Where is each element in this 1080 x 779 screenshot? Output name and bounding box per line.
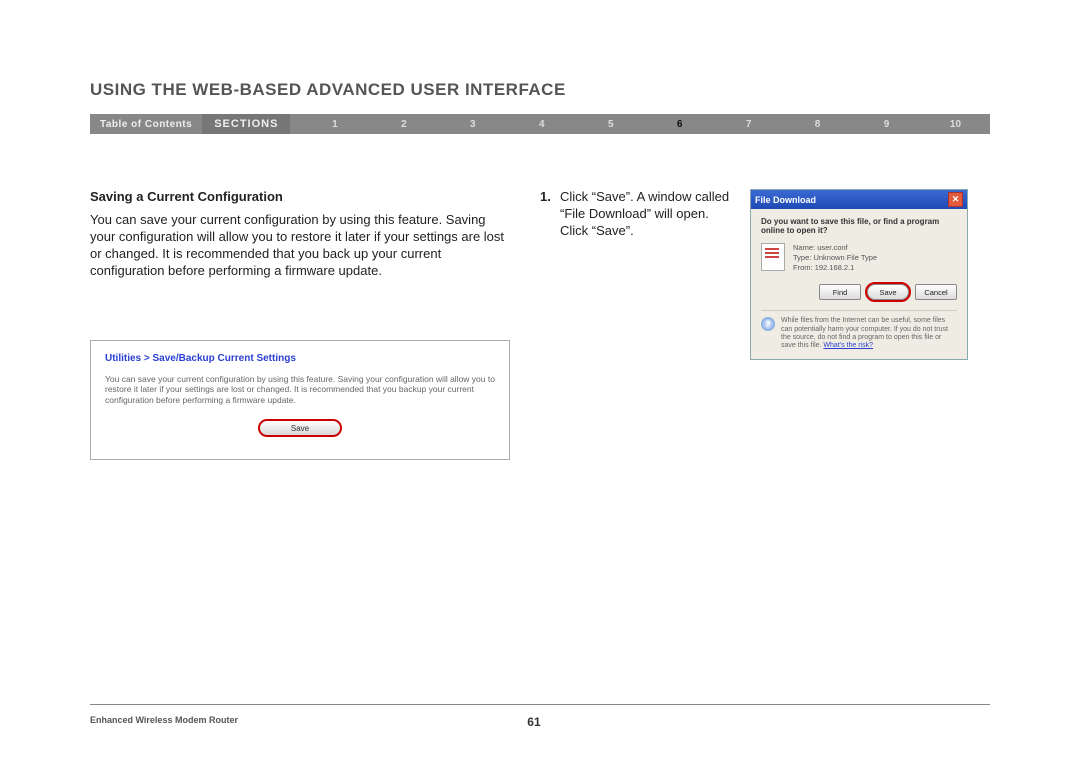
section-link-7[interactable]: 7 (724, 119, 774, 130)
shield-icon: ? (761, 317, 775, 331)
step-number: 1. (540, 189, 560, 240)
cancel-button[interactable]: Cancel (915, 284, 957, 300)
section-link-5[interactable]: 5 (586, 119, 636, 130)
dialog-warning-text: While files from the Internet can be use… (781, 317, 957, 351)
section-link-10[interactable]: 10 (930, 119, 980, 130)
body-paragraph: You can save your current configuration … (90, 212, 510, 280)
file-name-row: Name: user.conf (793, 243, 877, 253)
file-icon (761, 243, 785, 271)
section-subhead: Saving a Current Configuration (90, 189, 510, 204)
section-link-6[interactable]: 6 (655, 119, 705, 130)
sections-label: SECTIONS (202, 114, 290, 134)
section-link-4[interactable]: 4 (517, 119, 567, 130)
toc-link[interactable]: Table of Contents (90, 119, 202, 130)
utilities-breadcrumb: Utilities > Save/Backup Current Settings (105, 353, 495, 364)
section-link-3[interactable]: 3 (448, 119, 498, 130)
close-icon[interactable]: ✕ (948, 192, 963, 207)
file-download-dialog: File Download ✕ Do you want to save this… (750, 189, 968, 360)
dialog-title: File Download (755, 195, 816, 205)
utilities-description: You can save your current configuration … (105, 374, 495, 406)
whats-the-risk-link[interactable]: What's the risk? (823, 342, 873, 349)
file-type-row: Type: Unknown File Type (793, 253, 877, 263)
section-link-1[interactable]: 1 (310, 119, 360, 130)
section-link-8[interactable]: 8 (793, 119, 843, 130)
page-number: 61 (238, 715, 830, 729)
file-from-row: From: 192.168.2.1 (793, 263, 877, 273)
utilities-panel-screenshot: Utilities > Save/Backup Current Settings… (90, 340, 510, 461)
page-title: USING THE WEB-BASED ADVANCED USER INTERF… (90, 80, 990, 100)
find-button[interactable]: Find (819, 284, 861, 300)
dialog-save-button[interactable]: Save (867, 284, 909, 300)
footer-divider (90, 704, 990, 705)
product-name: Enhanced Wireless Modem Router (90, 715, 238, 729)
page-footer: Enhanced Wireless Modem Router 61 (90, 696, 990, 729)
section-numbers: 1 2 3 4 5 6 7 8 9 10 (300, 119, 990, 130)
section-link-9[interactable]: 9 (862, 119, 912, 130)
dialog-question: Do you want to save this file, or find a… (761, 217, 957, 235)
step-text: Click “Save”. A window called “File Down… (560, 189, 730, 240)
sections-navbar: Table of Contents SECTIONS 1 2 3 4 5 6 7… (90, 114, 990, 134)
section-link-2[interactable]: 2 (379, 119, 429, 130)
save-button[interactable]: Save (258, 419, 342, 437)
